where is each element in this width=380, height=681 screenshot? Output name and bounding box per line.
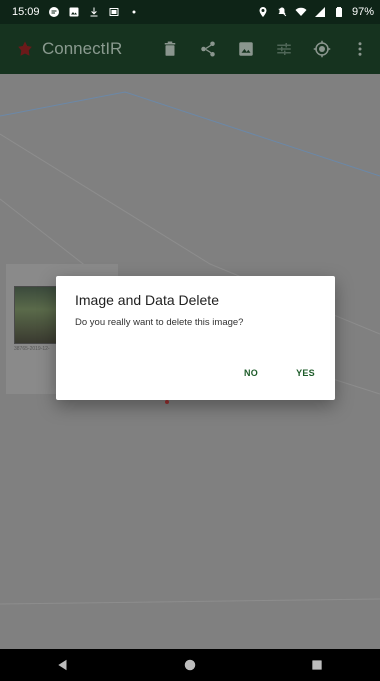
- battery-icon: [333, 6, 345, 18]
- dialog-actions: NO YES: [240, 364, 319, 382]
- download-icon: [88, 6, 100, 18]
- status-right: 97%: [257, 6, 380, 18]
- back-button[interactable]: [43, 649, 83, 681]
- status-time: 15:09: [12, 6, 40, 18]
- silent-icon: [276, 6, 288, 18]
- delete-button[interactable]: [160, 39, 180, 59]
- recents-button[interactable]: [297, 649, 337, 681]
- app-logo-icon: [16, 40, 34, 58]
- screen: 15:09 97% ConnectIR 38765-2019-12- Image…: [0, 0, 380, 681]
- status-bar: 15:09 97%: [0, 0, 380, 24]
- home-icon: [184, 659, 196, 671]
- more-options-button[interactable]: [350, 39, 370, 59]
- recents-icon: [311, 660, 322, 670]
- location-icon: [257, 6, 269, 18]
- share-icon: [201, 41, 215, 57]
- thermal-image-thumbnail: [14, 286, 60, 344]
- target-button[interactable]: [312, 39, 332, 59]
- image-icon: [68, 6, 80, 18]
- cast-icon: [108, 6, 120, 18]
- wifi-icon: [295, 6, 307, 18]
- share-button[interactable]: [198, 39, 218, 59]
- messages-icon: [48, 6, 60, 18]
- app-title: ConnectIR: [42, 39, 123, 58]
- delete-icon: [164, 41, 176, 56]
- no-button[interactable]: NO: [240, 364, 262, 382]
- toolbar-actions: [160, 39, 380, 59]
- app-bar: ConnectIR: [0, 24, 380, 74]
- gallery-button[interactable]: [236, 39, 256, 59]
- tune-icon: [277, 43, 291, 55]
- dialog-message: Do you really want to delete this image?: [75, 317, 244, 328]
- navigation-bar: [0, 649, 380, 681]
- dialog-title: Image and Data Delete: [75, 292, 219, 308]
- signal-icon: [314, 6, 326, 18]
- target-icon: [313, 40, 331, 58]
- home-button[interactable]: [170, 649, 210, 681]
- yes-button[interactable]: YES: [292, 364, 319, 382]
- more-vert-icon: [358, 42, 362, 56]
- status-left: 15:09: [0, 6, 140, 18]
- back-icon: [58, 659, 67, 671]
- battery-level: 97%: [351, 6, 374, 18]
- tune-button[interactable]: [274, 39, 294, 59]
- dot-icon: [128, 6, 140, 18]
- delete-dialog: Image and Data Delete Do you really want…: [56, 276, 335, 400]
- gallery-icon: [239, 42, 253, 56]
